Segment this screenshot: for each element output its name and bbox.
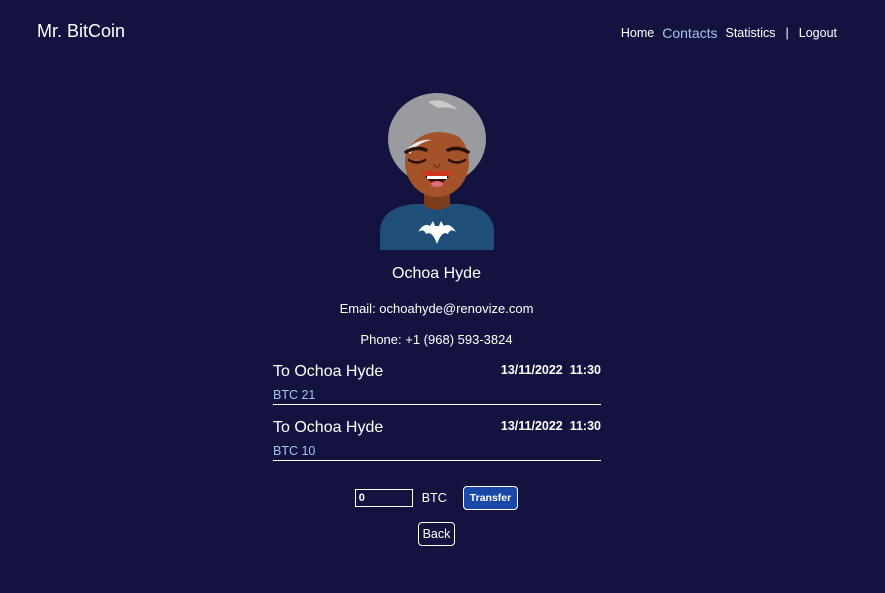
- contact-details-page: Mr. BitCoin Home Contacts Statistics | L…: [0, 0, 885, 593]
- back-wrap: Back: [0, 522, 873, 546]
- transfer-button[interactable]: Transfer: [462, 486, 519, 510]
- nav-home-link[interactable]: Home: [621, 26, 654, 40]
- move-amount: BTC 21: [273, 388, 316, 402]
- avatar-woman-icon: [380, 93, 494, 250]
- nav-logout-link[interactable]: Logout: [799, 26, 837, 40]
- move-amount: BTC 10: [273, 444, 316, 458]
- move-date: 13/11/2022 11:30: [500, 419, 601, 433]
- transfer-currency-label: BTC: [421, 491, 447, 505]
- move-recipient: To Ochoa Hyde: [273, 419, 384, 436]
- back-button[interactable]: Back: [417, 522, 456, 546]
- transfer-form: BTC Transfer: [0, 486, 873, 510]
- move-date: 13/11/2022 11:30: [500, 363, 601, 377]
- nav-separator: |: [785, 26, 789, 40]
- move-recipient: To Ochoa Hyde: [273, 363, 384, 380]
- contact-name: Ochoa Hyde: [392, 265, 481, 282]
- app-logo[interactable]: Mr. BitCoin: [37, 21, 125, 42]
- nav-contacts-link[interactable]: Contacts: [662, 25, 717, 41]
- list-item: To Ochoa Hyde 13/11/2022 11:30 BTC 10: [273, 419, 601, 461]
- contact-phone: Phone: +1 (968) 593-3824: [360, 332, 513, 347]
- list-item: To Ochoa Hyde 13/11/2022 11:30 BTC 21: [273, 363, 601, 405]
- transfer-amount-input[interactable]: [354, 489, 413, 507]
- contact-email: Email: ochoahyde@renovize.com: [339, 301, 534, 316]
- moves-list: To Ochoa Hyde 13/11/2022 11:30 BTC 21 To…: [273, 363, 601, 475]
- main-nav: Home Contacts Statistics | Logout: [621, 25, 837, 41]
- nav-statistics-link[interactable]: Statistics: [726, 26, 776, 40]
